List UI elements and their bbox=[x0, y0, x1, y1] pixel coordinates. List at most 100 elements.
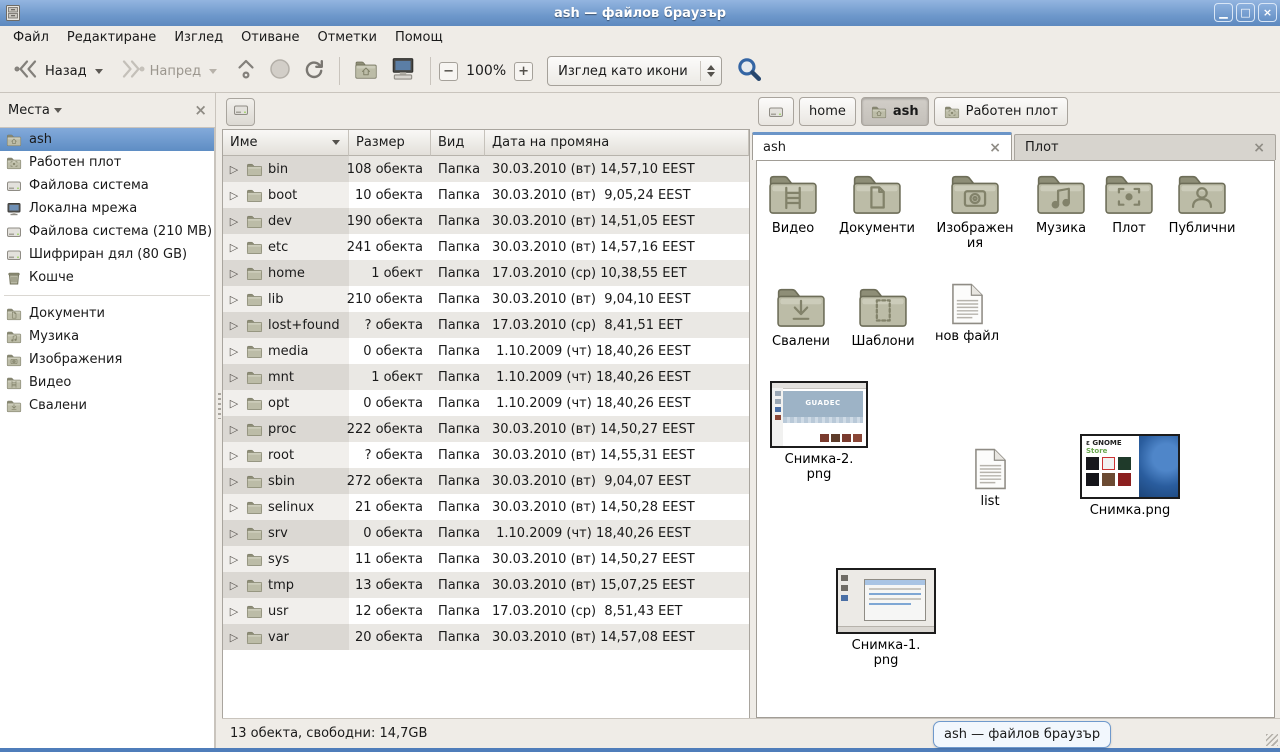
table-row[interactable]: ▷ var20 обектаПапка30.03.2010 (вт) 14,57… bbox=[223, 624, 749, 650]
sidebar-item[interactable]: Работен плот bbox=[0, 151, 214, 174]
sidebar-item[interactable]: Музика bbox=[0, 325, 214, 348]
expander-icon[interactable]: ▷ bbox=[227, 501, 241, 514]
table-row[interactable]: ▷ bin108 обектаПапка30.03.2010 (вт) 14,5… bbox=[223, 156, 749, 182]
path-button-Работен плот[interactable]: Работен плот bbox=[934, 97, 1068, 126]
table-row[interactable]: ▷ lost+found? обектаПапка17.03.2010 (ср)… bbox=[223, 312, 749, 338]
expander-icon[interactable]: ▷ bbox=[227, 527, 241, 540]
cell-type: Папка bbox=[431, 156, 485, 182]
expander-icon[interactable]: ▷ bbox=[227, 475, 241, 488]
icon-view-item[interactable]: GUADEC Снимка-2.png bbox=[764, 381, 874, 482]
table-row[interactable]: ▷ media0 обектаПапка 1.10.2009 (чт) 18,4… bbox=[223, 338, 749, 364]
table-row[interactable]: ▷ home1 обектПапка17.03.2010 (ср) 10,38,… bbox=[223, 260, 749, 286]
expander-icon[interactable]: ▷ bbox=[227, 449, 241, 462]
reload-button[interactable] bbox=[297, 54, 331, 88]
maximize-button[interactable]: □ bbox=[1236, 3, 1255, 22]
table-row[interactable]: ▷ opt0 обектаПапка 1.10.2009 (чт) 18,40,… bbox=[223, 390, 749, 416]
table-row[interactable]: ▷ proc222 обектаПапка30.03.2010 (вт) 14,… bbox=[223, 416, 749, 442]
view-mode-select[interactable]: Изглед като икони bbox=[547, 56, 722, 86]
sidebar-close-button[interactable]: × bbox=[194, 101, 207, 119]
back-dropdown[interactable] bbox=[95, 69, 103, 74]
computer-button[interactable] bbox=[384, 53, 422, 89]
expander-icon[interactable]: ▷ bbox=[227, 293, 241, 306]
icon-view-item[interactable]: ε GNOME Store Снимка.png bbox=[1075, 434, 1185, 518]
search-button[interactable] bbox=[736, 56, 763, 87]
sidebar-item[interactable]: Документи bbox=[0, 302, 214, 325]
forward-dropdown[interactable] bbox=[209, 69, 217, 74]
expander-icon[interactable]: ▷ bbox=[227, 189, 241, 202]
sidebar-item[interactable]: Свалени bbox=[0, 394, 214, 417]
menu-item[interactable]: Отметки bbox=[308, 26, 385, 50]
menu-item[interactable]: Помощ bbox=[386, 26, 452, 50]
expander-icon[interactable]: ▷ bbox=[227, 267, 241, 280]
titlebar[interactable]: ash — файлов браузър ▁ □ × bbox=[0, 0, 1280, 27]
table-row[interactable]: ▷ boot10 обектаПапка30.03.2010 (вт) 9,05… bbox=[223, 182, 749, 208]
home-button[interactable] bbox=[348, 55, 384, 88]
sidebar-title[interactable]: Места bbox=[8, 103, 50, 118]
sidebar-item[interactable]: Видео bbox=[0, 371, 214, 394]
menu-item[interactable]: Изглед bbox=[165, 26, 232, 50]
expander-icon[interactable]: ▷ bbox=[227, 345, 241, 358]
close-button[interactable]: × bbox=[1258, 3, 1277, 22]
zoom-in-button[interactable]: + bbox=[514, 62, 533, 81]
back-button[interactable]: Назад bbox=[8, 55, 93, 87]
table-row[interactable]: ▷ lib210 обектаПапка30.03.2010 (вт) 9,04… bbox=[223, 286, 749, 312]
zoom-out-button[interactable]: − bbox=[439, 62, 458, 81]
sidebar-item[interactable]: Локална мрежа bbox=[0, 197, 214, 220]
tab-ash[interactable]: ash × bbox=[752, 132, 1012, 160]
expander-icon[interactable]: ▷ bbox=[227, 241, 241, 254]
table-row[interactable]: ▷ selinux21 обектаПапка30.03.2010 (вт) 1… bbox=[223, 494, 749, 520]
icon-view-item[interactable]: нов файл bbox=[912, 283, 1022, 344]
expander-icon[interactable]: ▷ bbox=[227, 579, 241, 592]
up-button[interactable] bbox=[229, 54, 263, 88]
tree-root-button[interactable] bbox=[226, 98, 255, 126]
forward-icon bbox=[119, 59, 145, 83]
table-row[interactable]: ▷ root? обектаПапка30.03.2010 (вт) 14,55… bbox=[223, 442, 749, 468]
icon-view-item[interactable]: Снимка-1.png bbox=[831, 568, 941, 668]
icon-view-item[interactable]: Документи bbox=[822, 170, 932, 236]
sidebar-item[interactable]: Файлова система bbox=[0, 174, 214, 197]
expander-icon[interactable]: ▷ bbox=[227, 605, 241, 618]
table-row[interactable]: ▷ sbin272 обектаПапка30.03.2010 (вт) 9,0… bbox=[223, 468, 749, 494]
tab-plot[interactable]: Плот × bbox=[1014, 134, 1276, 160]
forward-button[interactable]: Напред bbox=[113, 55, 207, 87]
menu-item[interactable]: Редактиране bbox=[58, 26, 165, 50]
expander-icon[interactable]: ▷ bbox=[227, 371, 241, 384]
menu-item[interactable]: Файл bbox=[4, 26, 58, 50]
sidebar-item[interactable]: Шифриран дял (80 GB) bbox=[0, 243, 214, 266]
trash-icon bbox=[6, 270, 22, 286]
sidebar-item[interactable]: ash bbox=[0, 128, 214, 151]
table-row[interactable]: ▷ etc241 обектаПапка30.03.2010 (вт) 14,5… bbox=[223, 234, 749, 260]
table-row[interactable]: ▷ usr12 обектаПапка17.03.2010 (ср) 8,51,… bbox=[223, 598, 749, 624]
tab-close-icon[interactable]: × bbox=[1253, 140, 1265, 156]
expander-icon[interactable]: ▷ bbox=[227, 631, 241, 644]
column-header-size[interactable]: Размер bbox=[349, 130, 431, 156]
table-row[interactable]: ▷ mnt1 обектПапка 1.10.2009 (чт) 18,40,2… bbox=[223, 364, 749, 390]
table-row[interactable]: ▷ tmp13 обектаПапка30.03.2010 (вт) 15,07… bbox=[223, 572, 749, 598]
expander-icon[interactable]: ▷ bbox=[227, 423, 241, 436]
stop-button[interactable] bbox=[263, 54, 297, 88]
expander-icon[interactable]: ▷ bbox=[227, 215, 241, 228]
table-row[interactable]: ▷ sys11 обектаПапка30.03.2010 (вт) 14,50… bbox=[223, 546, 749, 572]
icon-view-item[interactable]: Публични bbox=[1147, 170, 1257, 236]
table-row[interactable]: ▷ dev190 обектаПапка30.03.2010 (вт) 14,5… bbox=[223, 208, 749, 234]
icon-view-item[interactable]: list bbox=[935, 448, 1045, 509]
chevron-down-icon[interactable] bbox=[54, 108, 62, 113]
expander-icon[interactable]: ▷ bbox=[227, 397, 241, 410]
menu-item[interactable]: Отиване bbox=[232, 26, 308, 50]
sidebar-item[interactable]: Изображения bbox=[0, 348, 214, 371]
sidebar-item[interactable]: Кошче bbox=[0, 266, 214, 289]
path-button-home[interactable]: home bbox=[799, 97, 856, 126]
expander-icon[interactable]: ▷ bbox=[227, 553, 241, 566]
column-header-type[interactable]: Вид bbox=[431, 130, 485, 156]
resize-grip[interactable] bbox=[1266, 734, 1278, 746]
expander-icon[interactable]: ▷ bbox=[227, 163, 241, 176]
path-button-root[interactable] bbox=[758, 97, 794, 126]
tab-close-icon[interactable]: × bbox=[989, 140, 1001, 156]
table-row[interactable]: ▷ srv0 обектаПапка 1.10.2009 (чт) 18,40,… bbox=[223, 520, 749, 546]
column-header-name[interactable]: Име bbox=[223, 130, 349, 156]
column-header-date[interactable]: Дата на промяна bbox=[485, 130, 749, 156]
expander-icon[interactable]: ▷ bbox=[227, 319, 241, 332]
sidebar-item[interactable]: Файлова система (210 MB) bbox=[0, 220, 214, 243]
path-button-ash[interactable]: ash bbox=[861, 97, 929, 126]
minimize-button[interactable]: ▁ bbox=[1214, 3, 1233, 22]
